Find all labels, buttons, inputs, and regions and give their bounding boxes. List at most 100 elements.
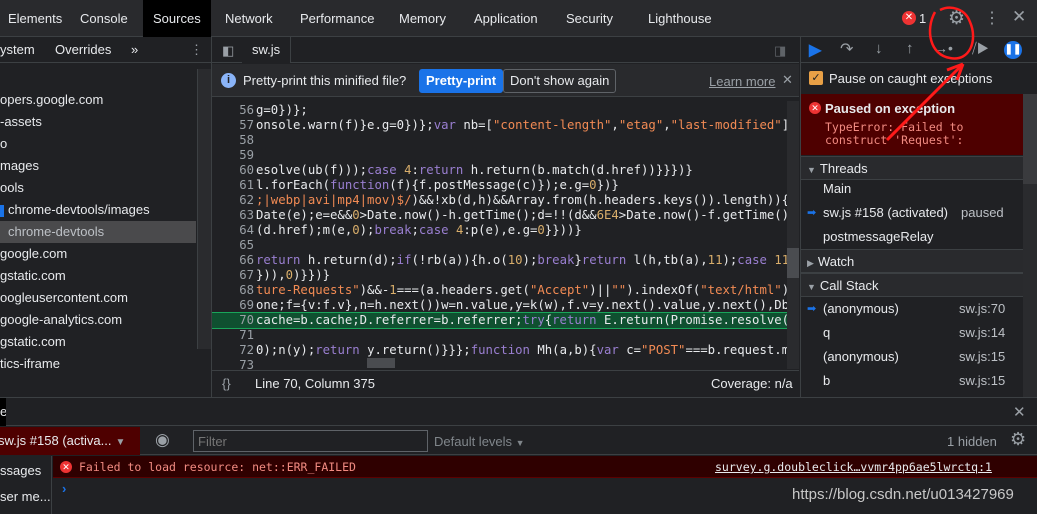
code-line[interactable]: 68 ture-Requests")&&-1===(a.headers.get("… [212, 283, 787, 298]
code-line[interactable]: 73 [212, 358, 787, 369]
step-out-icon[interactable]: ↑ [906, 40, 914, 57]
error-icon[interactable]: ✕ [902, 11, 916, 25]
pause-on-exceptions-icon[interactable]: ❚❚ [1004, 41, 1022, 59]
more-menu-icon[interactable]: ⋮ [984, 8, 1000, 28]
console-prompt-icon[interactable]: › [62, 481, 66, 496]
infobar-text: Pretty-print this minified file? [243, 73, 407, 88]
tab-memory[interactable]: Memory [389, 0, 456, 37]
info-icon: i [221, 73, 236, 88]
tree-item[interactable]: opers.google.com [0, 89, 196, 111]
code-line[interactable]: 66 return h.return(d);if(!rb(a)){h.o(10);… [212, 253, 787, 268]
hidden-count: 1 hidden [947, 434, 997, 449]
thread-item[interactable]: postmessageRelay [801, 225, 1023, 249]
tree-item[interactable]: gstatic.com [0, 265, 196, 287]
code-line[interactable]: 58 [212, 133, 787, 148]
subtab-overrides[interactable]: Overrides [55, 42, 111, 57]
tab-elements[interactable]: Elements [0, 0, 72, 37]
log-levels-dropdown[interactable]: Default levels ▼ [434, 434, 525, 449]
thread-item[interactable]: ➡ sw.js #158 (activated) paused [801, 201, 1023, 225]
step-icon[interactable]: →• [934, 40, 953, 56]
code-lines[interactable]: 56 g=0})}; 57 onsole.warn(f)}e.g=0})};var n… [212, 101, 787, 369]
thread-item[interactable]: Main [801, 177, 1023, 201]
paused-message: TypeError: Failed to construct 'Request'… [825, 120, 964, 147]
code-line[interactable]: 67})),0)}})} [212, 268, 787, 283]
code-line[interactable]: 59 [212, 148, 787, 163]
call-frame[interactable]: q sw.js:14 [801, 321, 1023, 345]
code-line[interactable]: 60 esolve(ub(f)));case 4:return h.return(… [212, 163, 787, 178]
more-subtabs-icon[interactable]: » [131, 42, 138, 57]
call-stack-section-header[interactable]: ▼ Call Stack [801, 273, 1023, 297]
drawer-tab-console[interactable]: e [0, 398, 6, 426]
tab-console[interactable]: Console [70, 0, 138, 37]
pretty-print-braces-icon[interactable]: {} [222, 371, 231, 397]
pretty-print-button[interactable]: Pretty-print [419, 69, 504, 93]
code-line[interactable]: 72 0);n(y);return y.return()}}};function … [212, 343, 787, 358]
tree-item[interactable]: o [0, 133, 196, 155]
tab-network[interactable]: Network [215, 0, 283, 37]
code-line[interactable]: 63 Date(e);e=e&&0>Date.now()-h.getTime();… [212, 208, 787, 223]
tree-item[interactable]: ools [0, 177, 196, 199]
dont-show-again-button[interactable]: Don't show again [503, 69, 617, 93]
tree-item[interactable]: tics-iframe [0, 353, 196, 375]
navigator-scrollbar[interactable] [197, 69, 211, 349]
tab-application[interactable]: Application [464, 0, 548, 37]
code-line[interactable]: 61 l.forEach(function(f){f.postMessage(c)… [212, 178, 787, 193]
sidebar-scrollbar[interactable] [1023, 94, 1037, 397]
call-frame[interactable]: ➡ (anonymous) sw.js:70 [801, 297, 1023, 321]
navigator-menu-icon[interactable]: ⋮ [190, 42, 203, 58]
main-tab-bar: Elements Console Sources Network Perform… [0, 0, 1037, 37]
tree-item[interactable]: mages [0, 155, 196, 177]
call-frame[interactable]: (anonymous) sw.js:15 [801, 345, 1023, 369]
tree-item[interactable]: oogleusercontent.com [0, 287, 196, 309]
file-navigator: ystem Overrides » ⋮ opers.google.com -ass… [0, 37, 212, 397]
code-line[interactable]: 56 g=0})}; [212, 103, 787, 118]
step-over-icon[interactable]: ↷ [840, 39, 853, 59]
editor-vscrollbar[interactable] [787, 101, 799, 369]
live-expression-eye-icon[interactable]: ◉ [155, 430, 170, 450]
step-into-icon[interactable]: ↓ [875, 40, 883, 57]
tab-sources[interactable]: Sources [143, 0, 211, 37]
close-devtools-icon[interactable]: ✕ [1012, 7, 1026, 27]
tab-security[interactable]: Security [556, 0, 623, 37]
file-tab-sw-js[interactable]: sw.js [242, 37, 292, 63]
pause-caught-label[interactable]: Pause on caught exceptions [829, 71, 992, 86]
tree-item[interactable]: chrome-devtools/images [0, 199, 196, 221]
pause-caught-checkbox[interactable]: ✓ [809, 71, 823, 85]
editor-hscrollbar[interactable] [367, 358, 395, 368]
close-drawer-icon[interactable]: ✕ [1013, 403, 1026, 421]
close-infobar-icon[interactable]: ✕ [782, 72, 793, 88]
tree-item[interactable]: chrome-devtools [0, 221, 196, 243]
tree-item[interactable]: google-analytics.com [0, 309, 196, 331]
toggle-navigator-icon[interactable]: ◧ [222, 43, 234, 59]
tree-item[interactable]: gstatic.com [0, 331, 196, 353]
subtab-filesystem[interactable]: ystem [0, 42, 35, 57]
toggle-debugger-icon[interactable]: ◨ [774, 43, 786, 59]
error-source-link[interactable]: survey.g.doubleclick…vvmr4pp6ae5lwrctq:1 [715, 460, 992, 474]
resume-icon[interactable]: ▶ [809, 40, 821, 60]
tree-item[interactable]: google.com [0, 243, 196, 265]
console-drawer: e ✕ sw.js #158 (activa...▼ ◉ Default lev… [0, 397, 1037, 514]
code-line[interactable]: 65 [212, 238, 787, 253]
sidebar-user-messages[interactable]: ser me... [0, 489, 51, 504]
settings-gear-icon[interactable]: ⚙ [948, 7, 965, 30]
watch-section-header[interactable]: ▶ Watch [801, 249, 1023, 273]
code-line[interactable]: 71 [212, 328, 787, 343]
deactivate-breakpoints-icon[interactable]: ⧸▶ [972, 40, 989, 57]
context-selector[interactable]: sw.js #158 (activa... ▼ [0, 427, 140, 455]
sidebar-messages[interactable]: ssages [0, 463, 41, 478]
code-line[interactable]: 64 (d.href);m(e,0);break;case 4:p(e),e.g=… [212, 223, 787, 238]
console-settings-gear-icon[interactable]: ⚙ [1010, 429, 1026, 450]
error-count[interactable]: 1 [919, 11, 926, 26]
paused-banner: ✕ Paused on exception TypeError: Failed … [801, 94, 1023, 155]
learn-more-link[interactable]: Learn more [709, 74, 775, 89]
tab-lighthouse[interactable]: Lighthouse [638, 0, 722, 37]
call-frame[interactable]: b sw.js:15 [801, 369, 1023, 393]
code-line[interactable]: 62 ;|webp|avi|mp4|mov)$/)&&!xb(d,h)&&Arra… [212, 193, 787, 208]
tab-performance[interactable]: Performance [290, 0, 384, 37]
code-line[interactable]: 70 cache=b.cache;D.referrer=b.referrer;tr… [212, 312, 787, 329]
code-line[interactable]: 69 one;f={v:f.v},n=h.next())w=n.value,y=k… [212, 298, 787, 313]
code-line[interactable]: 57 onsole.warn(f)}e.g=0})};var nb=["conte… [212, 118, 787, 133]
tree-item[interactable]: -assets [0, 111, 196, 133]
watermark: https://blog.csdn.net/u013427969 [792, 486, 1014, 503]
console-filter-input[interactable] [193, 430, 428, 452]
